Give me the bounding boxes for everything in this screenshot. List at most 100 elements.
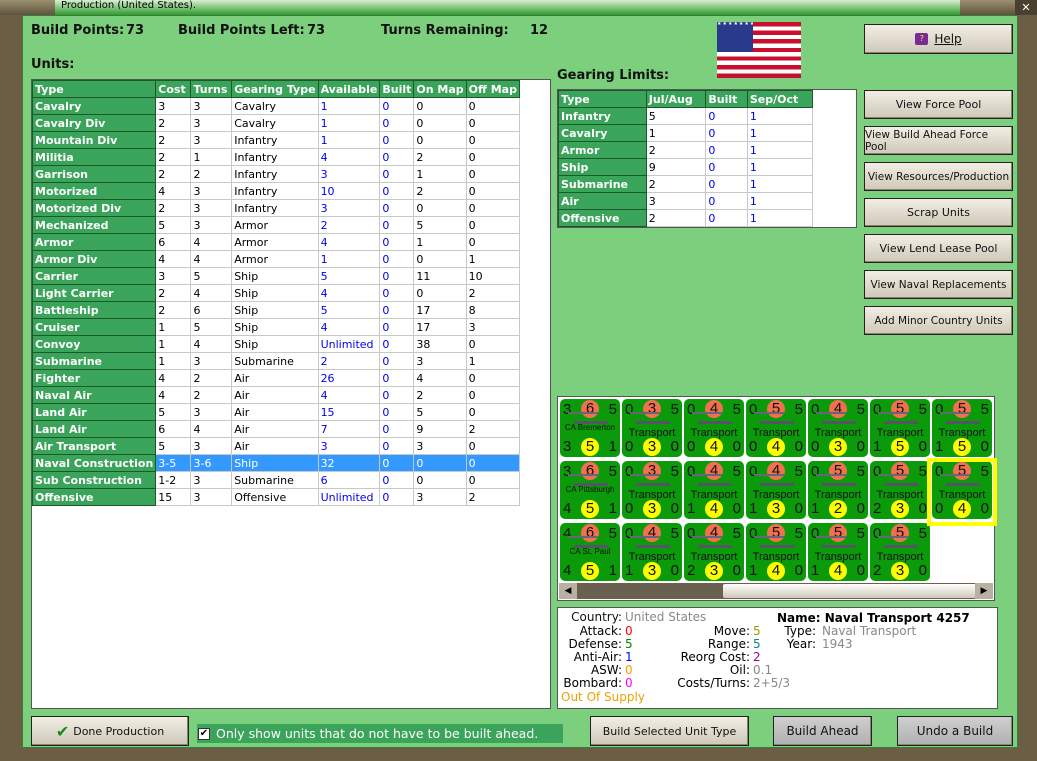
close-button[interactable]: ✕ xyxy=(1015,0,1037,15)
counter-bottom-left: 1 xyxy=(811,500,820,517)
cell-off-map: 0 xyxy=(465,131,521,149)
unit-counter[interactable]: 0 4 5 Transport 1 3 0 xyxy=(622,523,682,581)
gearing-cell: 9 xyxy=(645,158,707,176)
cell-turns: 2 xyxy=(190,386,233,404)
unit-counter[interactable]: 0 5 5 Transport 0 4 0 xyxy=(932,461,992,519)
unit-counter[interactable]: 0 4 5 Transport 1 4 0 xyxy=(684,461,744,519)
column-header[interactable]: Built xyxy=(379,80,415,98)
ship-silhouette-icon xyxy=(816,474,846,476)
gearing-row: Offensive 2 0 1 xyxy=(558,209,814,227)
unit-row[interactable]: Mountain Div 2 3 Infantry 1 0 0 0 xyxy=(31,131,521,149)
gearing-cell: Offensive xyxy=(558,209,647,227)
unit-row[interactable]: Cavalry Div 2 3 Cavalry 1 0 0 0 xyxy=(31,114,521,132)
unit-row[interactable]: Mechanized 5 3 Armor 2 0 5 0 xyxy=(31,216,521,234)
cell-on-map: 5 xyxy=(413,216,467,234)
unit-counter[interactable]: 0 5 5 Transport 1 4 0 xyxy=(746,523,806,581)
unit-row[interactable]: Armor 6 4 Armor 4 0 1 0 xyxy=(31,233,521,251)
unit-counter[interactable]: 0 5 5 Transport 1 2 0 xyxy=(808,461,868,519)
column-header[interactable]: Type xyxy=(31,80,157,98)
build-ahead-button[interactable]: Build Ahead xyxy=(773,716,872,746)
ship-silhouette-icon xyxy=(822,545,856,548)
view-resources-production-button[interactable]: View Resources/Production xyxy=(864,162,1013,191)
unit-counter[interactable]: 4 6 5 CA St. Paul 4 5 1 xyxy=(560,523,620,581)
unit-row[interactable]: Motorized Div 2 3 Infantry 3 0 0 0 xyxy=(31,199,521,217)
unit-row[interactable]: Cavalry 3 3 Cavalry 1 0 0 0 xyxy=(31,97,521,115)
unit-counter[interactable]: 0 5 5 Transport 2 3 0 xyxy=(870,523,930,581)
view-lend-lease-pool-button[interactable]: View Lend Lease Pool xyxy=(864,234,1013,263)
unit-counter[interactable]: 3 6 5 CA Bremerton 3 5 1 xyxy=(560,399,620,457)
scrollbar-thumb[interactable] xyxy=(723,584,976,598)
column-header[interactable]: Turns xyxy=(190,80,233,98)
unit-row[interactable]: Battleship 2 6 Ship 5 0 17 8 xyxy=(31,301,521,319)
cell-off-map: 0 xyxy=(465,114,521,132)
scrap-units-button[interactable]: Scrap Units xyxy=(864,198,1013,227)
unit-counter[interactable]: 0 5 5 Transport 1 5 0 xyxy=(932,399,992,457)
undo-build-button[interactable]: Undo a Build xyxy=(897,716,1013,746)
cell-off-map: 0 xyxy=(465,335,521,353)
cell-off-map: 3 xyxy=(465,318,521,336)
cell-type: Naval Construction xyxy=(31,454,157,472)
unit-counter[interactable]: 0 5 5 Transport 1 5 0 xyxy=(870,399,930,457)
unit-row[interactable]: Motorized 4 3 Infantry 10 0 2 0 xyxy=(31,182,521,200)
cell-on-map: 0 xyxy=(413,199,467,217)
unit-row[interactable]: Sub Construction 1-2 3 Submarine 6 0 0 0 xyxy=(31,471,521,489)
add-minor-country-units-button[interactable]: Add Minor Country Units xyxy=(864,306,1013,335)
cell-cost: 2 xyxy=(155,114,192,132)
cell-built: 0 xyxy=(379,216,415,234)
unit-counter[interactable]: 0 5 5 Transport 0 4 0 xyxy=(746,399,806,457)
unit-row[interactable]: Fighter 4 2 Air 26 0 4 0 xyxy=(31,369,521,387)
unit-counter[interactable]: 0 5 5 Transport 1 4 0 xyxy=(808,523,868,581)
counter-bottom-left: 2 xyxy=(873,500,882,517)
unit-row[interactable]: Convoy 1 4 Ship Unlimited 0 38 0 xyxy=(31,335,521,353)
unit-counter[interactable]: 0 5 5 Transport 2 3 0 xyxy=(870,461,930,519)
cell-available: 10 xyxy=(317,182,381,200)
horizontal-scrollbar[interactable]: ◀ ▶ xyxy=(559,583,993,599)
unit-row[interactable]: Militia 2 1 Infantry 4 0 2 0 xyxy=(31,148,521,166)
unit-row[interactable]: Air Transport 5 3 Air 3 0 3 0 xyxy=(31,437,521,455)
counter-defense: 3 xyxy=(643,500,661,518)
column-header[interactable]: Cost xyxy=(155,80,192,98)
only-show-units-checkbox[interactable]: ✔ Only show units that do not have to be… xyxy=(197,724,563,743)
cell-built: 0 xyxy=(379,97,415,115)
unit-counter[interactable]: 0 4 5 Transport 1 3 0 xyxy=(746,461,806,519)
unit-row[interactable]: Carrier 3 5 Ship 5 0 11 10 xyxy=(31,267,521,285)
unit-row[interactable]: Land Air 5 3 Air 15 0 5 0 xyxy=(31,403,521,421)
unit-row[interactable]: Land Air 6 4 Air 7 0 9 2 xyxy=(31,420,521,438)
cell-available: 6 xyxy=(317,471,381,489)
done-production-button[interactable]: ✔ Done Production xyxy=(31,716,189,746)
build-selected-unit-type-button[interactable]: Build Selected Unit Type xyxy=(590,716,749,746)
unit-row[interactable]: Submarine 1 3 Submarine 2 0 3 1 xyxy=(31,352,521,370)
view-naval-replacements-button[interactable]: View Naval Replacements xyxy=(864,270,1013,299)
scroll-right-arrow-icon[interactable]: ▶ xyxy=(975,583,993,599)
column-header[interactable]: Off Map xyxy=(465,80,521,98)
unit-counter[interactable]: 0 3 5 Transport 0 3 0 xyxy=(622,399,682,457)
unit-counter[interactable]: 0 4 5 Transport 0 4 0 xyxy=(684,399,744,457)
unit-row[interactable]: Offensive 15 3 Offensive Unlimited 0 3 2 xyxy=(31,488,521,506)
cell-available: 15 xyxy=(317,403,381,421)
counter-top-left: 3 xyxy=(563,401,572,418)
unit-row[interactable]: Cruiser 1 5 Ship 4 0 17 3 xyxy=(31,318,521,336)
checkbox-icon[interactable]: ✔ xyxy=(198,727,210,740)
view-build-ahead-force-pool-button[interactable]: View Build Ahead Force Pool xyxy=(864,126,1013,155)
unit-counter[interactable]: 3 6 5 CA Pittsburgh 4 5 1 xyxy=(560,461,620,519)
cell-turns: 1 xyxy=(190,148,233,166)
unit-row[interactable]: Naval Air 4 2 Air 4 0 2 0 xyxy=(31,386,521,404)
unit-row[interactable]: Light Carrier 2 4 Ship 4 0 0 2 xyxy=(31,284,521,302)
help-button[interactable]: ? Help xyxy=(864,24,1013,54)
unit-counter[interactable]: 0 3 5 Transport 0 3 0 xyxy=(622,461,682,519)
cell-cost: 2 xyxy=(155,148,192,166)
column-header[interactable]: Available xyxy=(317,80,381,98)
unit-row[interactable]: Naval Construction 3-5 3-6 Ship 32 0 0 0 xyxy=(31,454,521,472)
unit-counter[interactable]: 0 4 5 Transport 0 3 0 xyxy=(808,399,868,457)
counter-bottom-left: 2 xyxy=(873,562,882,579)
column-header[interactable]: On Map xyxy=(413,80,467,98)
counter-defense: 3 xyxy=(891,500,909,518)
cell-available: 5 xyxy=(317,267,381,285)
scroll-left-arrow-icon[interactable]: ◀ xyxy=(559,583,577,599)
unit-row[interactable]: Garrison 2 2 Infantry 3 0 1 0 xyxy=(31,165,521,183)
column-header[interactable]: Gearing Type xyxy=(231,80,319,98)
view-force-pool-button[interactable]: View Force Pool xyxy=(864,90,1013,119)
unit-row[interactable]: Armor Div 4 4 Armor 1 0 0 1 xyxy=(31,250,521,268)
ship-silhouette-icon xyxy=(878,474,908,476)
unit-counter[interactable]: 0 4 5 Transport 2 3 0 xyxy=(684,523,744,581)
